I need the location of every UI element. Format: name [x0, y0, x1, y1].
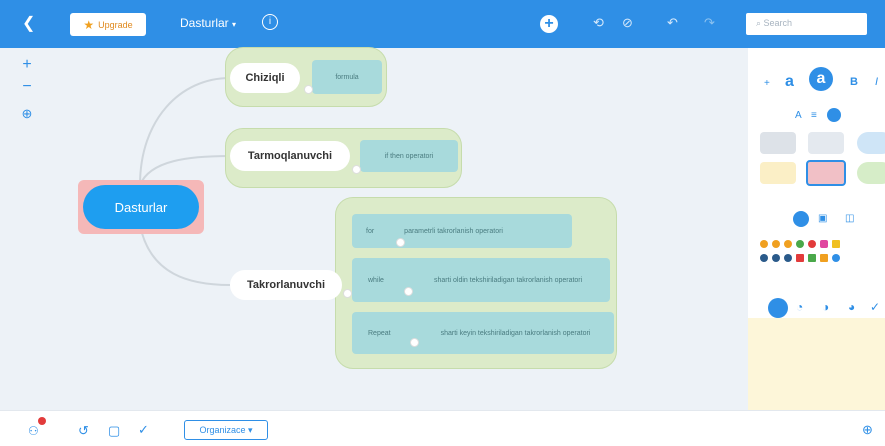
collapse-handle[interactable] — [410, 338, 419, 347]
number-icon[interactable] — [772, 254, 780, 262]
leaf-node-repeat[interactable]: Repeat sharti keyin tekshiriladigan takr… — [352, 312, 614, 354]
shape-style-swatch[interactable] — [760, 162, 796, 184]
star-icon[interactable] — [832, 240, 840, 248]
text-color-icon[interactable]: A — [795, 110, 802, 121]
heart-icon[interactable] — [820, 240, 828, 248]
bold-icon[interactable]: B — [850, 76, 858, 88]
leaf-node-while[interactable]: while sharti oldin tekshiriladigan takro… — [352, 258, 610, 302]
central-node[interactable]: Dasturlar — [83, 185, 199, 229]
emoji-icon[interactable] — [772, 240, 780, 248]
branch-label: Tarmoqlanuvchi — [247, 150, 333, 162]
notes-area[interactable] — [748, 318, 885, 410]
central-node-label: Dasturlar — [114, 199, 168, 215]
number-icon[interactable] — [784, 254, 792, 262]
text-smaller-icon[interactable]: + — [764, 78, 770, 89]
leaf-node[interactable]: if then operatori — [360, 140, 458, 172]
task-progress-icon[interactable]: ◔ — [796, 300, 803, 314]
shape-style-swatch-selected[interactable] — [806, 160, 846, 186]
cross-icon[interactable] — [808, 240, 816, 248]
collapse-handle[interactable] — [396, 238, 405, 247]
emoji-icon[interactable] — [760, 240, 768, 248]
user-icon[interactable]: ⚇ — [28, 424, 39, 438]
icon-tab-active[interactable] — [793, 211, 809, 227]
italic-icon[interactable]: I — [875, 76, 878, 88]
branch-label: Chiziqli — [245, 72, 285, 84]
branch-node-chiziqli[interactable]: Chiziqli — [230, 63, 300, 93]
flag-icon[interactable] — [796, 254, 804, 262]
collapse-handle[interactable] — [404, 287, 413, 296]
leaf-text: sharti oldin tekshiriladigan takrorlanis… — [433, 276, 583, 284]
emoji-icon[interactable] — [784, 240, 792, 248]
image-icon[interactable]: ▣ — [818, 213, 827, 224]
style-icon[interactable] — [827, 108, 841, 122]
collapse-handle[interactable] — [343, 289, 352, 298]
task-check-icon[interactable]: ✓ — [138, 422, 149, 438]
mode-label: Organizace — [199, 425, 246, 435]
align-icon[interactable]: ≡ — [811, 110, 817, 121]
warning-icon[interactable] — [820, 254, 828, 262]
font-size-icon[interactable]: a — [785, 73, 794, 91]
leaf-node[interactable]: formula — [312, 60, 382, 94]
notification-badge — [38, 417, 46, 425]
task-mostly-icon[interactable]: ◕ — [848, 300, 855, 314]
help-icon[interactable]: ⊕ — [862, 422, 873, 438]
leaf-key: Repeat — [368, 329, 391, 337]
history-icon[interactable]: ↺ — [78, 423, 89, 439]
check-icon[interactable] — [796, 240, 804, 248]
branch-node-tarmoqlanuvchi[interactable]: Tarmoqlanuvchi — [230, 141, 350, 171]
chevron-down-icon: ▾ — [245, 425, 253, 435]
task-status-active[interactable] — [768, 298, 788, 318]
leaf-node-for[interactable]: for parametrli takrorlanish operatori — [352, 214, 572, 248]
shape-style-swatch[interactable] — [808, 132, 844, 154]
sticker-icon[interactable]: ◫ — [845, 213, 854, 224]
leaf-text: formula — [335, 73, 359, 81]
shape-style-swatch[interactable] — [760, 132, 796, 154]
leaf-key: for — [366, 227, 375, 235]
collapse-handle[interactable] — [352, 165, 361, 174]
number-icon[interactable] — [760, 254, 768, 262]
shape-style-swatch[interactable] — [857, 162, 885, 184]
leaf-key: while — [368, 276, 384, 284]
leaf-text: parametrli takrorlanish operatori — [404, 227, 503, 235]
leaf-text: sharti keyin tekshiriladigan takrorlanis… — [440, 329, 591, 337]
branch-label: Takrorlanuvchi — [246, 279, 326, 291]
bottom-bar: ⚇ ↺ ▢ ✓ Organizace ▾ ⊕ — [0, 410, 885, 446]
collapse-handle[interactable] — [304, 85, 313, 94]
task-done-icon[interactable]: ✓ — [870, 300, 880, 314]
branch-node-takrorlanuvchi[interactable]: Takrorlanuvchi — [230, 270, 342, 300]
flag-icon[interactable] — [808, 254, 816, 262]
task-half-icon[interactable]: ◑ — [822, 300, 829, 314]
shape-style-swatch[interactable] — [857, 132, 885, 154]
leaf-text: if then operatori — [384, 152, 434, 160]
comment-icon[interactable]: ▢ — [108, 423, 120, 439]
mode-dropdown[interactable]: Organizace ▾ — [184, 420, 268, 440]
info-icon[interactable] — [832, 254, 840, 262]
font-large-icon[interactable]: a — [809, 67, 833, 91]
